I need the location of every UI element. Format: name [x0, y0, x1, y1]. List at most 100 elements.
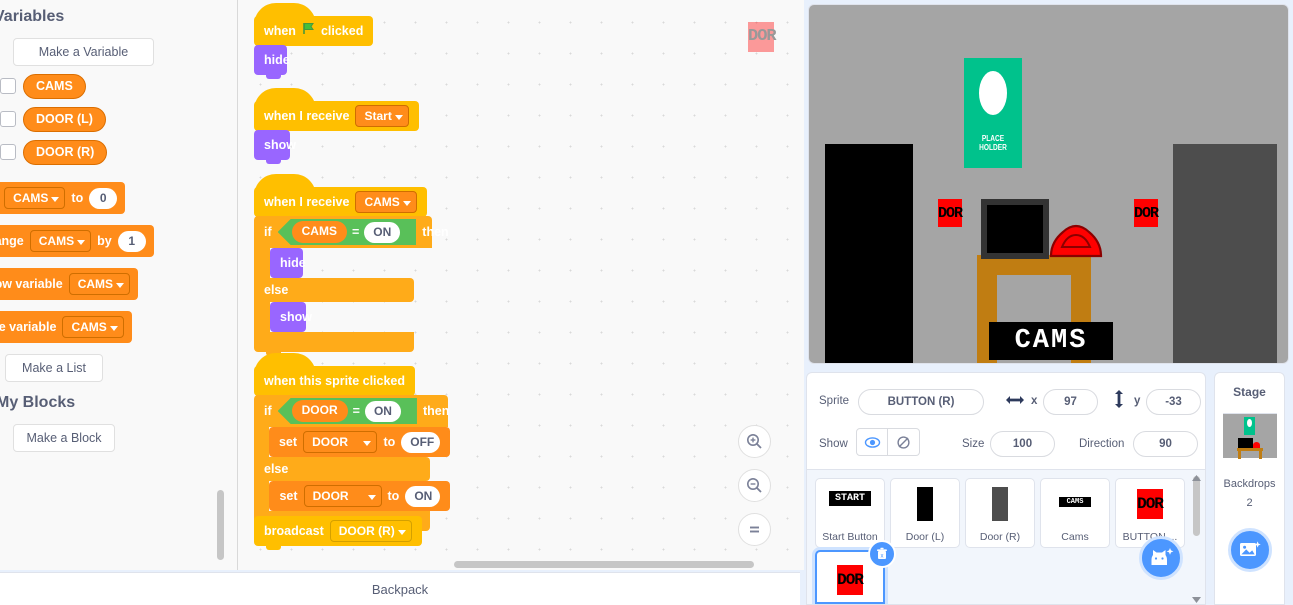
- make-a-block-button[interactable]: Make a Block: [13, 424, 115, 452]
- show-off-button[interactable]: [888, 428, 920, 456]
- else-label-row[interactable]: else: [254, 278, 414, 302]
- equals-operator-door-r[interactable]: DOOR (R) = ON: [277, 398, 417, 424]
- stage-poster[interactable]: PLACE HOLDER: [964, 58, 1022, 168]
- sprite-tile-door-l[interactable]: Door (L): [890, 478, 960, 548]
- stage-cams-sign[interactable]: CAMS: [989, 322, 1113, 360]
- delete-sprite-badge[interactable]: x: [868, 540, 896, 568]
- stage-door-button-right[interactable]: DOR: [1134, 199, 1159, 227]
- hat-when-sprite-clicked[interactable]: when this sprite clicked: [254, 353, 416, 396]
- sprite-name-input[interactable]: [858, 389, 984, 415]
- block-broadcast-door-r[interactable]: broadcast DOOR (R): [254, 516, 422, 550]
- backpack-bar[interactable]: Backpack: [0, 572, 800, 605]
- operand-variable-cams[interactable]: CAMS: [291, 221, 347, 243]
- zoom-reset-button[interactable]: [738, 513, 771, 546]
- else-label: else: [264, 283, 289, 297]
- stage-canvas[interactable]: PLACE HOLDER CAMS DOR DOR: [808, 4, 1289, 364]
- sprite-tile-cams[interactable]: CAMS Cams: [1040, 478, 1110, 548]
- sprite-tile-start-button[interactable]: START Start Button: [815, 478, 885, 548]
- broadcast-label: broadcast: [264, 524, 324, 538]
- set-label-2: set: [278, 435, 298, 449]
- gray-door-thumb: [992, 487, 1008, 521]
- sprite-list-scrollbar[interactable]: [1193, 476, 1200, 536]
- stage-selector-panel[interactable]: Stage Backdrops 2: [1214, 372, 1285, 605]
- add-sprite-cat-icon: [1151, 548, 1174, 565]
- set-variable-dropdown[interactable]: CAMS: [4, 187, 66, 209]
- set-door-r-dropdown-2[interactable]: DOOR (R): [303, 485, 382, 523]
- set-value-off[interactable]: OFF: [401, 431, 440, 453]
- hat-when-i-receive-start[interactable]: when I receive Start: [254, 88, 419, 131]
- y-value-input[interactable]: [1146, 389, 1201, 415]
- stage-thumbnail[interactable]: [1223, 413, 1277, 459]
- if-header-2[interactable]: if DOOR (R) = ON then: [254, 395, 449, 427]
- hide-variable-dropdown[interactable]: CAMS: [62, 316, 124, 338]
- if-else-block-cams[interactable]: if CAMS = ON then hide else show: [254, 216, 449, 356]
- hat-when-flag-clicked[interactable]: when clicked: [254, 3, 374, 46]
- sprite-info-panel: Sprite x y Show Size Direction: [806, 372, 1206, 470]
- stage-door-button-left[interactable]: DOR: [938, 199, 963, 227]
- if-header[interactable]: if CAMS = ON then: [254, 216, 449, 248]
- show-variable-dropdown[interactable]: CAMS: [68, 273, 131, 295]
- dor-sign-thumb: DOR: [837, 565, 864, 595]
- show-on-button[interactable]: [856, 428, 888, 456]
- sprite-tile-button-r-selected[interactable]: DOR BUTTON ... x: [815, 540, 896, 604]
- by-label: by: [97, 234, 112, 248]
- stage-door-left[interactable]: [825, 144, 913, 363]
- receive-cams-dropdown[interactable]: CAMS: [355, 191, 417, 213]
- set-value-input[interactable]: 0: [89, 187, 118, 209]
- operand-value-on-2[interactable]: ON: [364, 400, 401, 422]
- block-hide-2[interactable]: hide: [270, 248, 306, 282]
- code-horizontal-scrollbar[interactable]: [454, 561, 754, 568]
- operand-value-on[interactable]: ON: [364, 221, 401, 243]
- make-a-list-button[interactable]: Make a List: [5, 354, 103, 382]
- block-change-variable[interactable]: change CAMS by 1: [0, 225, 154, 257]
- equals-operator-cams[interactable]: CAMS = ON: [277, 219, 417, 245]
- zoom-out-button[interactable]: [738, 469, 771, 502]
- variable-pill-door-r[interactable]: DOOR (R): [23, 140, 108, 165]
- stage-door-right[interactable]: [1173, 144, 1277, 363]
- scroll-up-arrow[interactable]: [1192, 470, 1201, 481]
- size-input[interactable]: [990, 431, 1055, 457]
- make-a-variable-button[interactable]: Make a Variable: [13, 38, 154, 66]
- direction-input[interactable]: [1133, 431, 1198, 457]
- variable-checkbox-door-l[interactable]: [0, 111, 16, 127]
- add-backdrop-button[interactable]: [1228, 528, 1272, 572]
- block-set-door-r-on[interactable]: set DOOR (R) to ON: [269, 481, 450, 523]
- set-door-r-dropdown-1[interactable]: DOOR (R): [303, 431, 378, 469]
- zoom-in-button[interactable]: [738, 425, 771, 458]
- scroll-down-arrow[interactable]: [1192, 592, 1201, 603]
- sprite-list-panel[interactable]: START Start Button Door (L) Door (R) CAM…: [806, 470, 1206, 605]
- block-hide-1[interactable]: hide: [254, 45, 290, 79]
- palette-category-my-blocks: My Blocks: [0, 394, 76, 411]
- hat-receive-label: when I receive: [264, 109, 350, 123]
- block-set-variable[interactable]: set CAMS to 0: [0, 182, 126, 214]
- variable-checkbox-door-r[interactable]: [0, 144, 16, 160]
- block-show-1[interactable]: show: [254, 130, 296, 164]
- palette-vertical-scrollbar[interactable]: [217, 490, 224, 560]
- block-show-variable[interactable]: show variable CAMS: [0, 268, 139, 300]
- hat-receive-label-2: when I receive: [264, 195, 350, 209]
- hat-when-i-receive-cams[interactable]: when I receive CAMS: [254, 174, 427, 217]
- block-set-door-r-off[interactable]: set DOOR (R) to OFF: [268, 427, 450, 469]
- change-variable-dropdown[interactable]: CAMS: [29, 230, 92, 252]
- backdrops-label: Backdrops: [1223, 478, 1276, 490]
- block-palette[interactable]: Variables Make a Variable CAMS DOOR (L) …: [0, 0, 238, 570]
- variable-pill-door-l[interactable]: DOOR (L): [23, 107, 106, 132]
- block-hide-variable[interactable]: hide variable CAMS: [0, 311, 132, 343]
- set-value-on[interactable]: ON: [405, 485, 440, 507]
- variable-checkbox-cams[interactable]: [0, 78, 16, 94]
- else-label-row-2[interactable]: else: [254, 457, 430, 481]
- x-value-input[interactable]: [1043, 389, 1098, 415]
- if-else-block-door-r[interactable]: if DOOR (R) = ON then set DOOR (R) to OF…: [254, 395, 450, 535]
- if-label-2: if: [264, 404, 272, 418]
- change-value-input[interactable]: 1: [117, 230, 146, 252]
- zoom-out-icon: [747, 478, 762, 493]
- code-workspace[interactable]: DOR when clicked hide when I receive Sta…: [238, 0, 804, 570]
- broadcast-dropdown[interactable]: DOOR (R): [329, 520, 412, 542]
- operand-variable-door-r[interactable]: DOOR (R): [291, 400, 348, 422]
- variable-pill-cams[interactable]: CAMS: [23, 74, 86, 99]
- add-sprite-button[interactable]: [1139, 536, 1183, 580]
- receive-start-dropdown[interactable]: Start: [355, 105, 409, 127]
- block-show-2[interactable]: show: [270, 302, 312, 336]
- sprite-tile-door-r[interactable]: Door (R): [965, 478, 1035, 548]
- watermark-text: DOR: [748, 27, 777, 46]
